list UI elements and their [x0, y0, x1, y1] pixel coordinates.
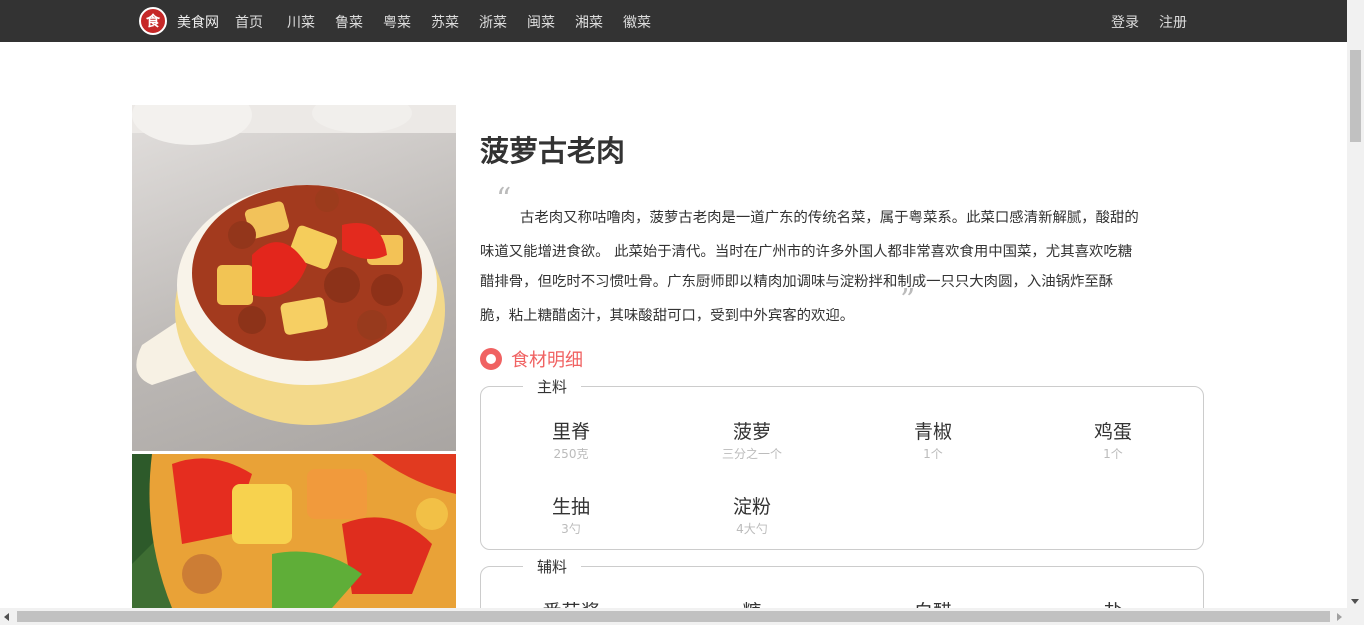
- nav-link-sichuan[interactable]: 川菜: [287, 12, 315, 32]
- ingredient-item: 菠萝 三分之一个: [667, 417, 837, 462]
- ingredient-item: 淀粉 4大勺: [667, 492, 837, 537]
- nav-link-shandong[interactable]: 鲁菜: [335, 12, 363, 32]
- nav-link-jiangsu[interactable]: 苏菜: [431, 12, 459, 32]
- ingredient-amount: 4大勺: [736, 522, 768, 536]
- horizontal-scroll-thumb[interactable]: [17, 611, 1330, 622]
- ingredient-amount: 250克: [553, 447, 589, 461]
- ingredient-name: 菠萝: [732, 421, 771, 443]
- login-link[interactable]: 登录: [1111, 12, 1139, 32]
- site-brand[interactable]: 美食网: [177, 12, 219, 32]
- ingredient-amount: 3勺: [561, 522, 581, 536]
- ingredient-name: 生抽: [551, 496, 590, 518]
- nav-link-home[interactable]: 首页: [235, 12, 263, 32]
- scroll-left-icon[interactable]: [4, 613, 9, 621]
- top-navbar: 食 美食网 首页 川菜 鲁菜 粤菜 苏菜 浙菜 闽菜 湘菜 徽菜 登录 注册: [0, 0, 1347, 42]
- ingredient-amount: 三分之一个: [721, 447, 782, 461]
- ingredients-heading-label: 食材明细: [511, 350, 583, 371]
- scroll-right-icon[interactable]: [1337, 613, 1342, 621]
- description-line: 脆，粘上糖醋卤汁，其味酸甜可口，受到中外宾客的欢迎。: [480, 308, 855, 324]
- ingredient-name: 淀粉: [732, 496, 771, 518]
- nav-link-hunan[interactable]: 湘菜: [575, 12, 603, 32]
- main-ingredients-label: 主料: [523, 376, 582, 397]
- ingredients-heading: 食材明细: [480, 346, 583, 372]
- ring-icon: [480, 348, 502, 370]
- ingredient-name: 青椒: [913, 421, 952, 443]
- ingredient-item: 青椒 1个: [848, 417, 1018, 462]
- horizontal-scrollbar[interactable]: [0, 608, 1364, 625]
- quote-close-icon: ”: [900, 283, 916, 318]
- scroll-down-icon[interactable]: [1351, 599, 1359, 604]
- description-line: 醋排骨，但吃时不习惯吐骨。广东厨师即以精肉加调味与淀粉拌和制成一只只大肉圆，入油…: [480, 274, 1114, 290]
- dish-photo-main: [132, 105, 456, 451]
- register-link[interactable]: 注册: [1159, 12, 1187, 32]
- nav-link-zhejiang[interactable]: 浙菜: [479, 12, 507, 32]
- ingredient-item: 生抽 3勺: [486, 492, 656, 537]
- ingredient-amount: 1个: [1103, 447, 1123, 461]
- description-line: 古老肉又称咕噜肉，菠萝古老肉是一道广东的传统名菜，属于粤菜系。此菜口感清新解腻，…: [520, 210, 1139, 226]
- nav-link-fujian[interactable]: 闽菜: [527, 12, 555, 32]
- main-ingredients-box: 主料 里脊 250克 菠萝 三分之一个 青椒 1个 鸡蛋 1个 生抽 3勺 淀粉…: [480, 376, 1204, 550]
- ingredient-amount: 1个: [923, 447, 943, 461]
- recipe-title: 菠萝古老肉: [480, 134, 626, 168]
- nav-link-cantonese[interactable]: 粤菜: [383, 12, 411, 32]
- dish-photo-pineapple: [132, 454, 456, 608]
- nav-link-anhui[interactable]: 徽菜: [623, 12, 651, 32]
- vertical-scrollbar[interactable]: [1347, 0, 1364, 608]
- aux-ingredients-label: 辅料: [523, 556, 582, 577]
- ingredient-name: 里脊: [551, 421, 590, 443]
- ingredient-item: 里脊 250克: [486, 417, 656, 462]
- site-logo[interactable]: 食: [139, 7, 167, 35]
- vertical-scroll-thumb[interactable]: [1350, 50, 1361, 142]
- recipe-description: 古老肉又称咕噜肉，菠萝古老肉是一道广东的传统名菜，属于粤菜系。此菜口感清新解腻，…: [480, 203, 1212, 331]
- ingredient-name: 鸡蛋: [1093, 421, 1132, 443]
- ingredient-item: 鸡蛋 1个: [1028, 417, 1198, 462]
- description-line: 味道又能增进食欲。 此菜始于清代。当时在广州市的许多外国人都非常喜欢食用中国菜，…: [480, 244, 1133, 260]
